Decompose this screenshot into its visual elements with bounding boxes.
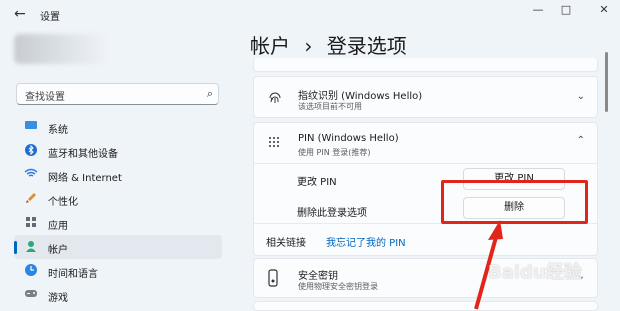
back-arrow-icon[interactable]: ←	[14, 6, 26, 22]
sidebar-item-accounts[interactable]: 帐户	[14, 235, 222, 259]
sidebar-item-apps[interactable]: 应用	[14, 211, 222, 235]
sidebar-item-label: 系统	[48, 125, 68, 136]
sidebar-item-label: 个性化	[48, 197, 78, 208]
keypad-icon	[267, 135, 281, 153]
fingerprint-subtitle: 该选项目前不可用	[298, 102, 362, 111]
search-icon: ⌕	[206, 87, 213, 100]
sidebar-item-time-language[interactable]: 时间和语言	[14, 259, 222, 283]
related-links-label: 相关链接	[266, 238, 306, 249]
sidebar-item-label: 应用	[48, 221, 68, 232]
sidebar-item-label: 蓝牙和其他设备	[48, 149, 118, 160]
breadcrumb: 帐户 › 登录选项	[250, 30, 415, 59]
wifi-icon	[24, 167, 38, 181]
bluetooth-icon	[24, 143, 38, 157]
pin-title: PIN (Windows Hello)	[298, 133, 399, 144]
apps-icon	[24, 215, 38, 229]
maximize-button[interactable]: □	[556, 3, 576, 16]
watermark-logo: Baidu经验	[488, 262, 582, 283]
close-button[interactable]: ✕	[594, 3, 614, 16]
app-title: 设置	[40, 12, 60, 23]
scrollbar[interactable]	[605, 52, 608, 112]
pin-subtitle: 使用 PIN 登录(推荐)	[298, 148, 371, 157]
account-icon	[24, 239, 38, 253]
forgot-pin-link[interactable]: 我忘记了我的 PIN	[326, 234, 406, 249]
card-partial-top	[253, 58, 598, 72]
sidebar-item-label: 游戏	[48, 293, 68, 304]
sidebar-item-network[interactable]: 网络 & Internet	[14, 163, 222, 187]
page-title: 登录选项	[326, 34, 407, 58]
sidebar-item-personalization[interactable]: 个性化	[14, 187, 222, 211]
sidebar-item-bluetooth[interactable]: 蓝牙和其他设备	[14, 139, 222, 163]
remove-option-label: 删除此登录选项	[297, 208, 367, 219]
clock-icon	[24, 263, 38, 277]
security-key-icon	[267, 269, 279, 291]
security-key-subtitle: 使用物理安全密钥登录	[298, 282, 378, 291]
system-icon	[24, 119, 38, 133]
minimize-button[interactable]: —	[528, 3, 548, 16]
title-bar: ← 设置 — □ ✕	[0, 0, 620, 28]
sidebar-item-gaming[interactable]: 游戏	[14, 283, 222, 307]
search-box[interactable]: 查找设置 ⌕	[16, 83, 219, 105]
game-icon	[24, 287, 38, 301]
sidebar-item-label: 帐户	[48, 245, 68, 256]
breadcrumb-separator: ›	[304, 34, 313, 58]
sidebar-item-label: 网络 & Internet	[48, 173, 122, 184]
security-key-title: 安全密钥	[298, 271, 338, 282]
chevron-up-icon[interactable]: ⌃	[577, 135, 585, 146]
fingerprint-icon	[267, 90, 283, 110]
breadcrumb-parent[interactable]: 帐户	[250, 34, 290, 58]
sidebar-item-label: 时间和语言	[48, 269, 98, 280]
search-input[interactable]: 查找设置	[25, 88, 65, 103]
active-indicator	[14, 241, 17, 254]
chevron-down-icon[interactable]: ⌄	[577, 91, 585, 102]
change-pin-label: 更改 PIN	[297, 177, 337, 188]
fingerprint-title: 指纹识别 (Windows Hello)	[298, 91, 423, 102]
brush-icon	[24, 191, 38, 205]
user-profile-blurred[interactable]	[14, 34, 106, 64]
card-partial-bottom	[253, 301, 598, 311]
card-fingerprint[interactable]: 指纹识别 (Windows Hello) 该选项目前不可用 ⌄	[253, 76, 598, 118]
divider	[254, 163, 597, 164]
sidebar-item-system[interactable]: 系统	[14, 115, 222, 139]
sidebar-nav: 系统 蓝牙和其他设备 网络 & Internet 个性化 应用 帐户 时间和语言…	[14, 115, 222, 307]
